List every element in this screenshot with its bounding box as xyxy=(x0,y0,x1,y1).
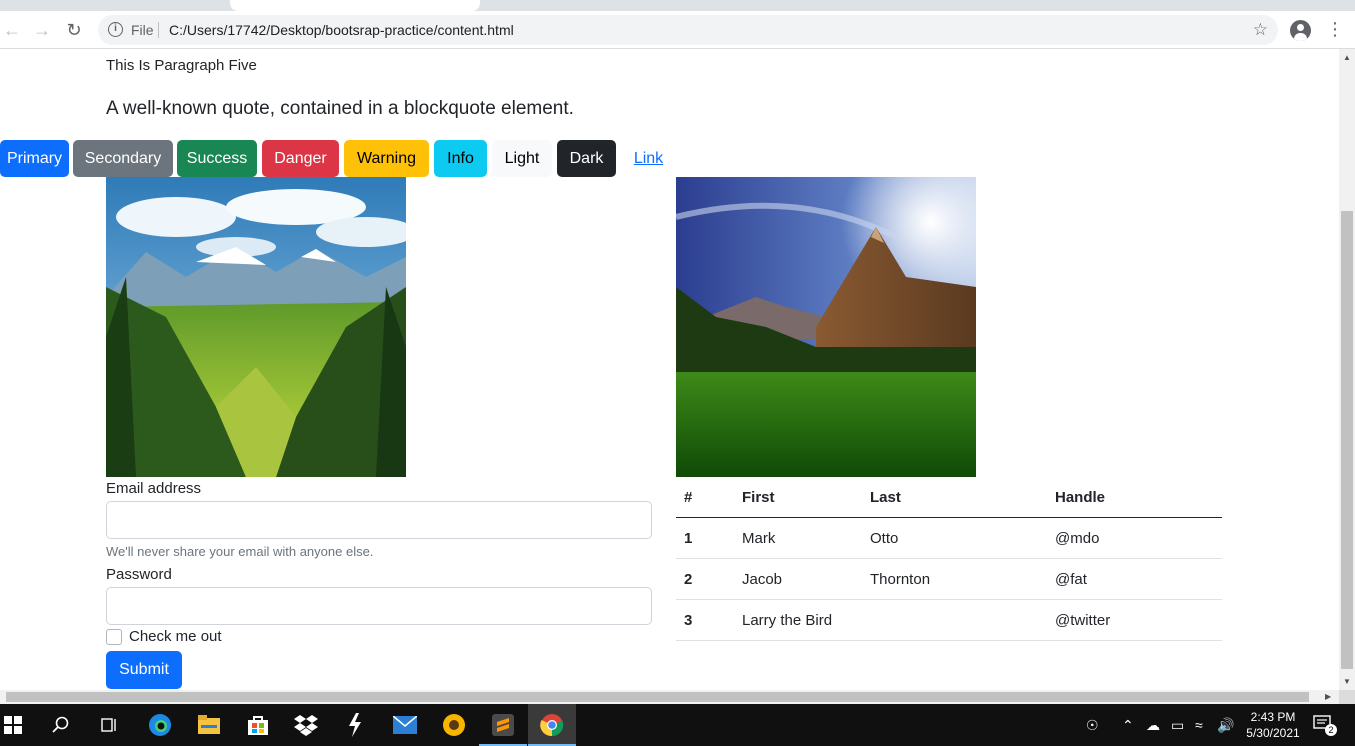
table-row: 1 Mark Otto @mdo xyxy=(676,518,1222,559)
system-clock[interactable]: 2:43 PM 5/30/2021 xyxy=(1238,709,1308,741)
lightning-app-icon[interactable] xyxy=(342,712,368,738)
table-row: 2 Jacob Thornton @fat xyxy=(676,559,1222,600)
url-text[interactable]: C:/Users/17742/Desktop/bootsrap-practice… xyxy=(169,22,514,38)
sublime-text-icon[interactable] xyxy=(490,712,516,738)
row-handle: @mdo xyxy=(1055,530,1100,547)
table-header: # First Last Handle xyxy=(676,477,1222,518)
table-row: 3 Larry the Bird @twitter xyxy=(676,600,1222,641)
check-me-out-checkbox[interactable] xyxy=(106,629,122,645)
page-viewport: This Is Paragraph Five A well-known quot… xyxy=(0,49,1339,690)
notification-count-badge: 2 xyxy=(1325,724,1337,736)
info-icon[interactable]: i xyxy=(108,22,123,37)
forward-icon[interactable]: → xyxy=(31,19,53,41)
vertical-scroll-thumb[interactable] xyxy=(1341,211,1353,669)
vertical-scrollbar[interactable]: ▲ ▼ xyxy=(1339,49,1355,690)
store-icon[interactable] xyxy=(245,712,271,738)
light-button[interactable]: Light xyxy=(492,140,552,177)
tab-strip xyxy=(0,0,1355,11)
action-center-icon[interactable]: 2 xyxy=(1313,715,1337,736)
mountain-illustration xyxy=(676,177,976,477)
profile-avatar-icon[interactable] xyxy=(1290,20,1311,41)
success-button[interactable]: Success xyxy=(177,140,257,177)
mountain-image xyxy=(676,177,976,477)
scroll-up-arrow-icon[interactable]: ▲ xyxy=(1343,53,1351,62)
email-label: Email address xyxy=(106,480,202,497)
browser-toolbar: ← → ↻ i File C:/Users/17742/Desktop/boot… xyxy=(0,11,1355,49)
people-icon[interactable]: ☉ xyxy=(1086,717,1099,734)
warning-button[interactable]: Warning xyxy=(344,140,429,177)
header-cell-first: First xyxy=(742,489,775,506)
blockquote-text: A well-known quote, contained in a block… xyxy=(106,98,574,119)
scroll-down-arrow-icon[interactable]: ▼ xyxy=(1343,677,1351,686)
scroll-right-arrow-icon[interactable]: ▶ xyxy=(1325,692,1331,701)
search-icon[interactable] xyxy=(48,712,74,738)
edge-browser-icon[interactable] xyxy=(147,712,173,738)
scrollbar-corner xyxy=(1339,690,1355,704)
submit-button[interactable]: Submit xyxy=(106,651,182,689)
valley-illustration xyxy=(106,177,406,477)
clock-time: 2:43 PM xyxy=(1250,710,1296,724)
row-first: Larry the Bird xyxy=(742,612,833,629)
row-handle: @fat xyxy=(1055,571,1087,588)
tab-active[interactable] xyxy=(230,0,480,11)
menu-dots-icon[interactable]: ⋮ xyxy=(1326,19,1344,41)
email-field[interactable] xyxy=(106,501,652,539)
sunflower-app-icon[interactable] xyxy=(441,712,467,738)
volume-icon[interactable]: 🔊 xyxy=(1217,717,1234,734)
password-field[interactable] xyxy=(106,587,652,625)
valley-image xyxy=(106,177,406,477)
horizontal-scrollbar[interactable]: ▶ xyxy=(0,690,1339,704)
secondary-button[interactable]: Secondary xyxy=(73,140,173,177)
reload-icon[interactable]: ↻ xyxy=(63,19,85,41)
file-explorer-icon[interactable] xyxy=(196,712,222,738)
task-view-icon[interactable] xyxy=(96,712,122,738)
header-cell-number: # xyxy=(684,489,693,506)
link-button[interactable]: Link xyxy=(621,140,676,177)
address-divider xyxy=(158,22,159,38)
show-hidden-icons-chevron-icon[interactable]: ⌃ xyxy=(1122,717,1134,734)
bookmark-star-icon[interactable]: ☆ xyxy=(1253,20,1268,40)
row-first: Mark xyxy=(742,530,776,547)
danger-button[interactable]: Danger xyxy=(262,140,339,177)
wifi-icon[interactable]: ≈ xyxy=(1195,717,1203,733)
primary-button[interactable]: Primary xyxy=(0,140,69,177)
windows-start-icon[interactable] xyxy=(0,712,26,738)
mail-icon[interactable] xyxy=(392,712,418,738)
horizontal-scroll-thumb[interactable] xyxy=(6,692,1309,702)
paragraph-five: This Is Paragraph Five xyxy=(106,57,257,74)
header-cell-last: Last xyxy=(870,489,901,506)
info-button[interactable]: Info xyxy=(434,140,487,177)
chrome-icon[interactable] xyxy=(539,712,565,738)
password-label: Password xyxy=(106,566,172,583)
row-first: Jacob xyxy=(742,571,783,588)
back-icon[interactable]: ← xyxy=(1,19,23,41)
header-cell-handle: Handle xyxy=(1055,489,1106,506)
row-last: Thornton xyxy=(870,571,931,588)
clock-date: 5/30/2021 xyxy=(1246,726,1300,740)
row-last: Otto xyxy=(870,530,899,547)
onedrive-error-icon[interactable]: ☁ xyxy=(1146,717,1160,734)
row-number: 3 xyxy=(684,612,693,629)
check-me-out-label[interactable]: Check me out xyxy=(129,628,222,645)
row-number: 2 xyxy=(684,571,693,588)
row-number: 1 xyxy=(684,530,693,547)
windows-taskbar: ☉ ⌃ ☁ ▭ ≈ 🔊 2:43 PM 5/30/2021 2 xyxy=(0,704,1355,746)
address-bar[interactable]: i File C:/Users/17742/Desktop/bootsrap-p… xyxy=(98,15,1278,45)
url-scheme-label: File xyxy=(131,22,154,38)
dropbox-icon[interactable] xyxy=(293,712,319,738)
email-help-text: We'll never share your email with anyone… xyxy=(106,544,374,559)
dark-button[interactable]: Dark xyxy=(557,140,616,177)
row-handle: @twitter xyxy=(1055,612,1111,629)
battery-icon[interactable]: ▭ xyxy=(1171,717,1184,734)
